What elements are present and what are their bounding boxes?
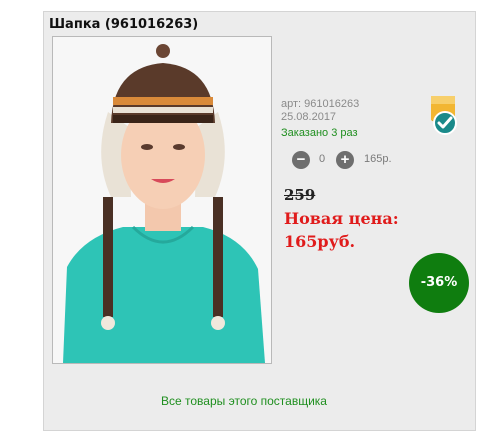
quantity-value: 0	[319, 153, 326, 165]
new-price-value: 165руб.	[284, 232, 356, 251]
unit-price: 165р.	[364, 153, 392, 165]
old-price: 259	[284, 186, 316, 204]
product-photo[interactable]	[52, 36, 272, 364]
verified-badge-icon	[426, 96, 460, 136]
ordered-count: Заказано 3 раз	[281, 127, 358, 139]
article-number: арт: 961016263	[281, 98, 360, 110]
product-date: 25.08.2017	[281, 111, 337, 123]
supplier-products-link[interactable]: Все товары этого поставщика	[161, 394, 327, 408]
discount-badge: -36%	[409, 253, 469, 313]
product-image	[53, 37, 271, 363]
product-title: Шапка (961016263)	[49, 17, 199, 32]
new-price-label: Новая цена:	[284, 209, 399, 228]
increase-quantity-button[interactable]: +	[336, 151, 354, 169]
decrease-quantity-button[interactable]: −	[292, 151, 310, 169]
